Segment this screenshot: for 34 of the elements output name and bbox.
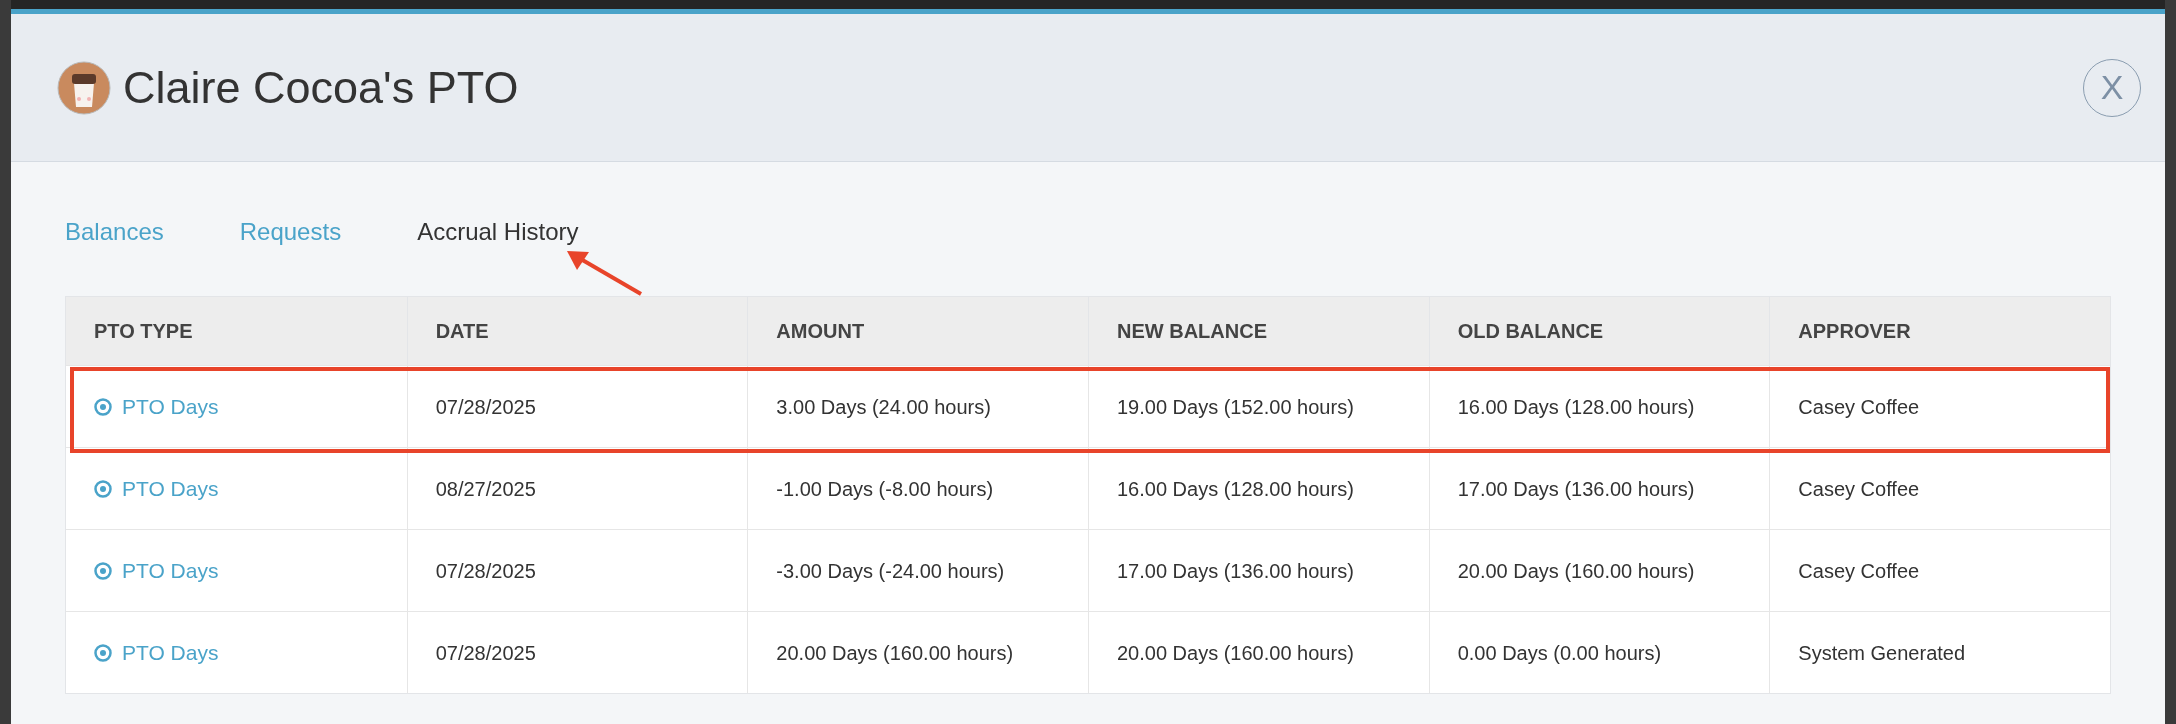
radio-dot-icon [94, 397, 112, 416]
coffee-cup-avatar-icon [57, 60, 111, 115]
table-cell-text: Casey Coffee [1798, 394, 1920, 420]
table-cell-text: 17.00 Days (136.00 hours) [1117, 558, 1354, 584]
table-cell-text: 07/28/2025 [435, 394, 536, 420]
table-cell-text: System Generated [1798, 640, 1966, 666]
table-cell-text: 16.00 Days (128.00 hours) [1117, 476, 1354, 502]
tab[interactable]: Accrual History [417, 214, 579, 244]
table-cell-text: 20.00 Days (160.00 hours) [1117, 640, 1354, 666]
tab[interactable]: Requests [239, 214, 342, 244]
pto-type-link[interactable]: PTO Days [122, 554, 219, 587]
pto-type-link[interactable]: PTO Days [122, 472, 219, 505]
table-cell-text: 0.00 Days (0.00 hours) [1457, 640, 1662, 666]
table-cell-text: 07/28/2025 [435, 640, 536, 666]
pto-type-link[interactable]: PTO Days [122, 390, 219, 423]
table-cell-text: Casey Coffee [1798, 476, 1920, 502]
table-cell-text: Casey Coffee [1798, 558, 1920, 584]
table-cell-text: -3.00 Days (-24.00 hours) [776, 558, 1005, 584]
table-cell-text: 07/28/2025 [435, 558, 536, 584]
radio-dot-icon [94, 561, 112, 580]
table-cell-text: 08/27/2025 [435, 476, 536, 502]
table-cell-text: 17.00 Days (136.00 hours) [1457, 476, 1695, 502]
table-cell-text: -1.00 Days (-8.00 hours) [776, 476, 994, 502]
pto-type-link[interactable]: PTO Days [122, 636, 219, 669]
radio-dot-icon [94, 479, 112, 498]
modal-title: Claire Cocoa's PTO [123, 60, 519, 115]
table-cell-text: 19.00 Days (152.00 hours) [1117, 394, 1354, 420]
tab[interactable]: Balances [65, 214, 164, 244]
table-cell-text: 16.00 Days (128.00 hours) [1457, 394, 1695, 420]
table-cell-text: 3.00 Days (24.00 hours) [776, 394, 991, 420]
table-cell-text: 20.00 Days (160.00 hours) [1457, 558, 1695, 584]
table-cell-text: 20.00 Days (160.00 hours) [776, 640, 1014, 666]
radio-dot-icon [94, 643, 112, 662]
column-header: PTO TYPE [93, 319, 194, 344]
